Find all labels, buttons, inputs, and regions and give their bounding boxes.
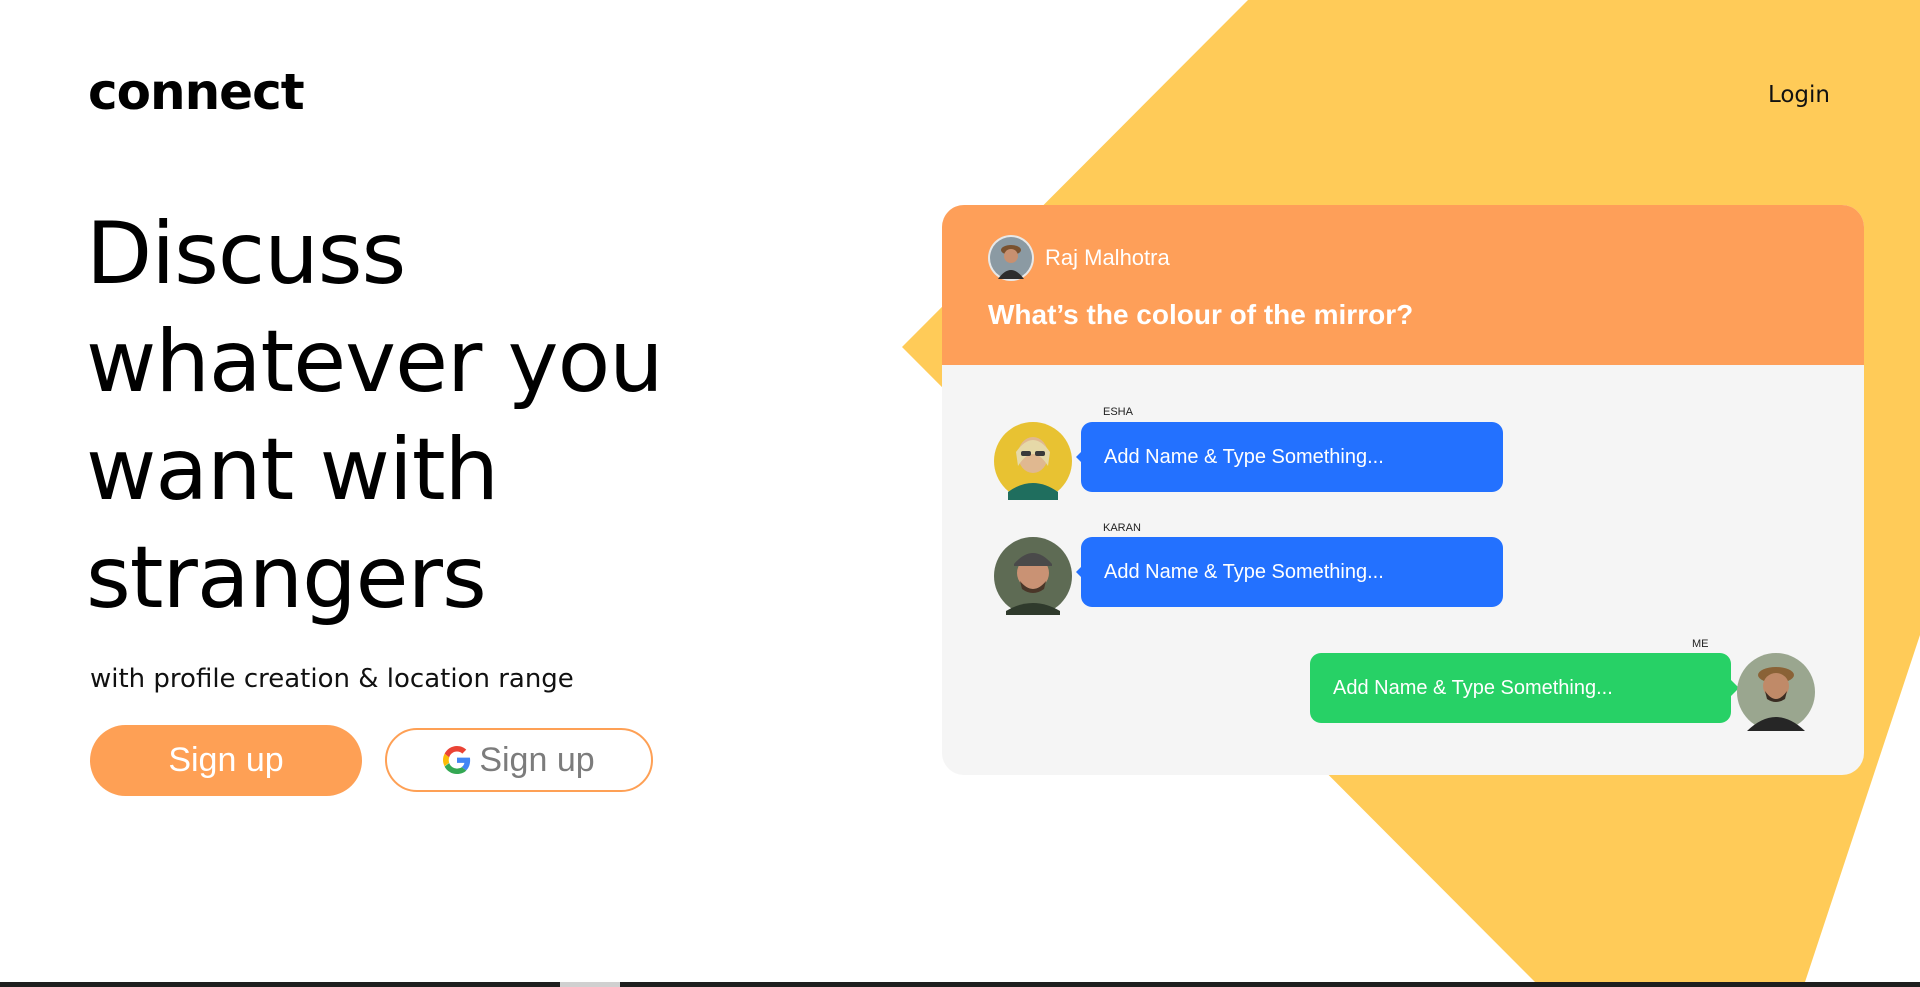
google-g-icon [443, 746, 471, 774]
horizontal-scrollbar-thumb[interactable] [560, 982, 620, 987]
headline-line: Discuss [86, 204, 406, 304]
login-link[interactable]: Login [1740, 78, 1830, 112]
host-avatar [988, 235, 1034, 281]
headline-line: whatever you [86, 312, 664, 412]
headline-line: want with [86, 420, 499, 520]
google-signup-label: Sign up [479, 740, 595, 779]
message-bubble-karan: Add Name & Type Something... [1081, 537, 1503, 607]
signup-button[interactable]: Sign up [90, 725, 362, 796]
message-author: ME [1692, 638, 1709, 650]
user-avatar-me [1737, 653, 1815, 731]
message-bubble-me: Add Name & Type Something... [1310, 653, 1731, 723]
bottom-border [0, 982, 1920, 987]
google-signup-button[interactable]: Sign up [385, 728, 653, 792]
chat-header: Raj Malhotra What’s the colour of the mi… [942, 205, 1864, 365]
hero-subtitle: with profile creation & location range [90, 664, 574, 694]
chat-question: What’s the colour of the mirror? [988, 299, 1414, 330]
message-bubble-esha: Add Name & Type Something... [1081, 422, 1503, 492]
user-avatar-esha [994, 422, 1072, 500]
host-name: Raj Malhotra [1045, 245, 1170, 270]
brand-logo[interactable]: connect [88, 62, 305, 122]
chat-preview-card: Raj Malhotra What’s the colour of the mi… [942, 205, 1864, 775]
user-avatar-karan [994, 537, 1072, 615]
landing-page: connect Login Discuss whatever you want … [0, 0, 1920, 987]
hero-headline: Discuss whatever you want with strangers [86, 200, 806, 632]
message-author: KARAN [1103, 522, 1141, 534]
headline-line: strangers [86, 528, 487, 628]
message-author: ESHA [1103, 406, 1133, 418]
